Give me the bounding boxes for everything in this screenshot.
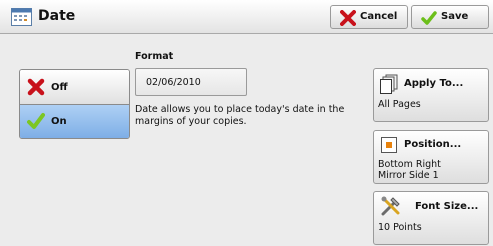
date-value: 02/06/2010 — [146, 77, 201, 88]
on-off-toggle: Off On — [19, 69, 130, 139]
page-title: Date — [38, 8, 76, 24]
position-value-line2: Mirror Side 1 — [378, 170, 439, 181]
position-button[interactable]: Position... Bottom Right Mirror Side 1 — [373, 130, 489, 184]
description-text: Date allows you to place today's date in… — [135, 104, 345, 127]
pages-icon — [380, 74, 398, 94]
font-size-label: Font Size... — [415, 201, 479, 212]
off-label: Off — [51, 82, 68, 93]
calendar-icon — [11, 8, 32, 26]
title-bar: Date Cancel Save — [0, 0, 493, 34]
red-x-icon — [340, 10, 356, 26]
green-check-icon — [27, 113, 45, 129]
apply-to-button[interactable]: Apply To... All Pages — [373, 68, 489, 122]
format-label: Format — [135, 51, 174, 62]
font-size-button[interactable]: Font Size... 10 Points — [373, 191, 489, 245]
position-icon — [381, 137, 397, 153]
font-size-value: 10 Points — [378, 222, 422, 233]
cancel-button[interactable]: Cancel — [330, 5, 408, 29]
save-button[interactable]: Save — [411, 5, 489, 29]
tools-icon — [381, 196, 400, 216]
apply-to-label: Apply To... — [404, 78, 464, 89]
save-label: Save — [441, 11, 469, 22]
on-label: On — [51, 116, 67, 127]
red-x-icon — [27, 78, 45, 96]
date-format-field[interactable]: 02/06/2010 — [135, 68, 247, 96]
cancel-label: Cancel — [360, 11, 398, 22]
off-button[interactable]: Off — [20, 70, 129, 105]
apply-to-value: All Pages — [378, 99, 421, 110]
on-button[interactable]: On — [20, 105, 129, 138]
position-value-line1: Bottom Right — [378, 159, 441, 170]
green-check-icon — [421, 11, 437, 25]
position-label: Position... — [404, 139, 462, 150]
